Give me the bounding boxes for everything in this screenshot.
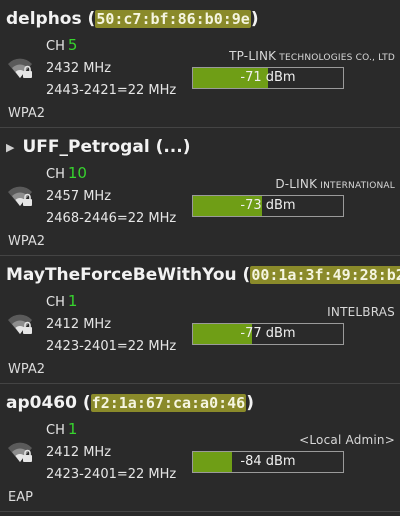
ssid: ap0460 <box>6 393 77 413</box>
vendor-name: D-LINK <box>275 177 318 191</box>
wifi-locked-icon <box>6 440 34 464</box>
signal-meter: -71 dBm <box>192 67 344 89</box>
ssid: MayTheForceBeWithYou <box>6 265 237 285</box>
vendor-suffix: INTERNATIONAL <box>317 181 395 191</box>
signal-unit: dBm <box>265 70 296 85</box>
network-list: delphos (50:c7:bf:86:b0:9e) CH 5 2432 MHz… <box>0 0 400 512</box>
mac-address: f2:1a:67:ca:a0:46 <box>90 394 247 412</box>
security: WPA2 <box>8 234 46 249</box>
signal-unit: dBm <box>265 198 296 213</box>
wifi-locked-icon <box>6 184 34 208</box>
vendor: TP-LINK TECHNOLOGIES CO., LTD <box>229 49 395 63</box>
signal-value: -77 dBm <box>193 324 343 344</box>
ssid: UFF_Petrogal (...) <box>22 137 191 157</box>
security: WPA2 <box>8 106 46 121</box>
signal-unit: dBm <box>265 454 296 469</box>
signal-meter: -73 dBm <box>192 195 344 217</box>
vendor-name: <Local Admin> <box>299 433 395 447</box>
network-item[interactable]: delphos (50:c7:bf:86:b0:9e) CH 5 2432 MHz… <box>0 0 400 128</box>
mac-address: 50:c7:bf:86:b0:9e <box>95 10 251 28</box>
channel-width: 2423-2401=22 MHz <box>46 467 177 482</box>
channel-number: 10 <box>67 164 87 182</box>
channel-label: CH <box>46 423 65 438</box>
security: EAP <box>8 490 33 505</box>
signal-meter: -84 dBm <box>192 451 344 473</box>
frequency: 2432 MHz <box>46 61 112 76</box>
wifi-locked-icon <box>6 56 34 80</box>
frequency: 2412 MHz <box>46 317 112 332</box>
network-title: MayTheForceBeWithYou (00:1a:3f:49:28:b2) <box>6 263 400 287</box>
signal-dbm: -77 <box>240 326 262 341</box>
ssid: delphos <box>6 9 82 29</box>
mac-wrapper: (50:c7:bf:86:b0:9e) <box>81 9 259 29</box>
channel: CH 10 <box>46 164 87 182</box>
mac-wrapper: (00:1a:3f:49:28:b2) <box>237 265 400 285</box>
signal-dbm: -84 <box>240 454 262 469</box>
channel: CH 1 <box>46 420 77 438</box>
channel-label: CH <box>46 295 65 310</box>
network-title: delphos (50:c7:bf:86:b0:9e) <box>6 7 259 31</box>
vendor-name: TP-LINK <box>229 49 277 63</box>
signal-value: -84 dBm <box>193 452 343 472</box>
security: WPA2 <box>8 362 46 377</box>
vendor: INTELBRAS <box>327 305 395 319</box>
network-item[interactable]: ▶ UFF_Petrogal (...) CH 10 2457 MHz 2468-… <box>0 128 400 256</box>
channel-label: CH <box>46 39 65 54</box>
channel-width: 2443-2421=22 MHz <box>46 83 177 98</box>
vendor: D-LINK INTERNATIONAL <box>275 177 395 191</box>
network-title: ▶ UFF_Petrogal (...) <box>6 135 190 159</box>
frequency: 2412 MHz <box>46 445 112 460</box>
vendor-name: INTELBRAS <box>327 305 395 319</box>
signal-dbm: -73 <box>240 198 262 213</box>
signal-value: -71 dBm <box>193 68 343 88</box>
signal-unit: dBm <box>265 326 296 341</box>
channel: CH 1 <box>46 292 77 310</box>
channel-width: 2423-2401=22 MHz <box>46 339 177 354</box>
mac-wrapper: (f2:1a:67:ca:a0:46) <box>76 393 254 413</box>
channel: CH 5 <box>46 36 77 54</box>
network-title: ap0460 (f2:1a:67:ca:a0:46) <box>6 391 254 415</box>
channel-number: 1 <box>67 420 78 438</box>
network-item[interactable]: MayTheForceBeWithYou (00:1a:3f:49:28:b2)… <box>0 256 400 384</box>
channel-width: 2468-2446=22 MHz <box>46 211 177 226</box>
signal-meter: -77 dBm <box>192 323 344 345</box>
vendor-suffix: TECHNOLOGIES CO., LTD <box>276 53 395 63</box>
signal-value: -73 dBm <box>193 196 343 216</box>
wifi-locked-icon <box>6 312 34 336</box>
vendor: <Local Admin> <box>299 433 395 447</box>
channel-number: 1 <box>67 292 78 310</box>
signal-dbm: -71 <box>240 70 262 85</box>
channel-number: 5 <box>67 36 78 54</box>
mac-address: 00:1a:3f:49:28:b2 <box>250 266 400 284</box>
network-item[interactable]: ap0460 (f2:1a:67:ca:a0:46) CH 1 2412 MHz … <box>0 384 400 512</box>
chevron-right-icon[interactable]: ▶ <box>6 141 14 154</box>
channel-label: CH <box>46 167 65 182</box>
frequency: 2457 MHz <box>46 189 112 204</box>
